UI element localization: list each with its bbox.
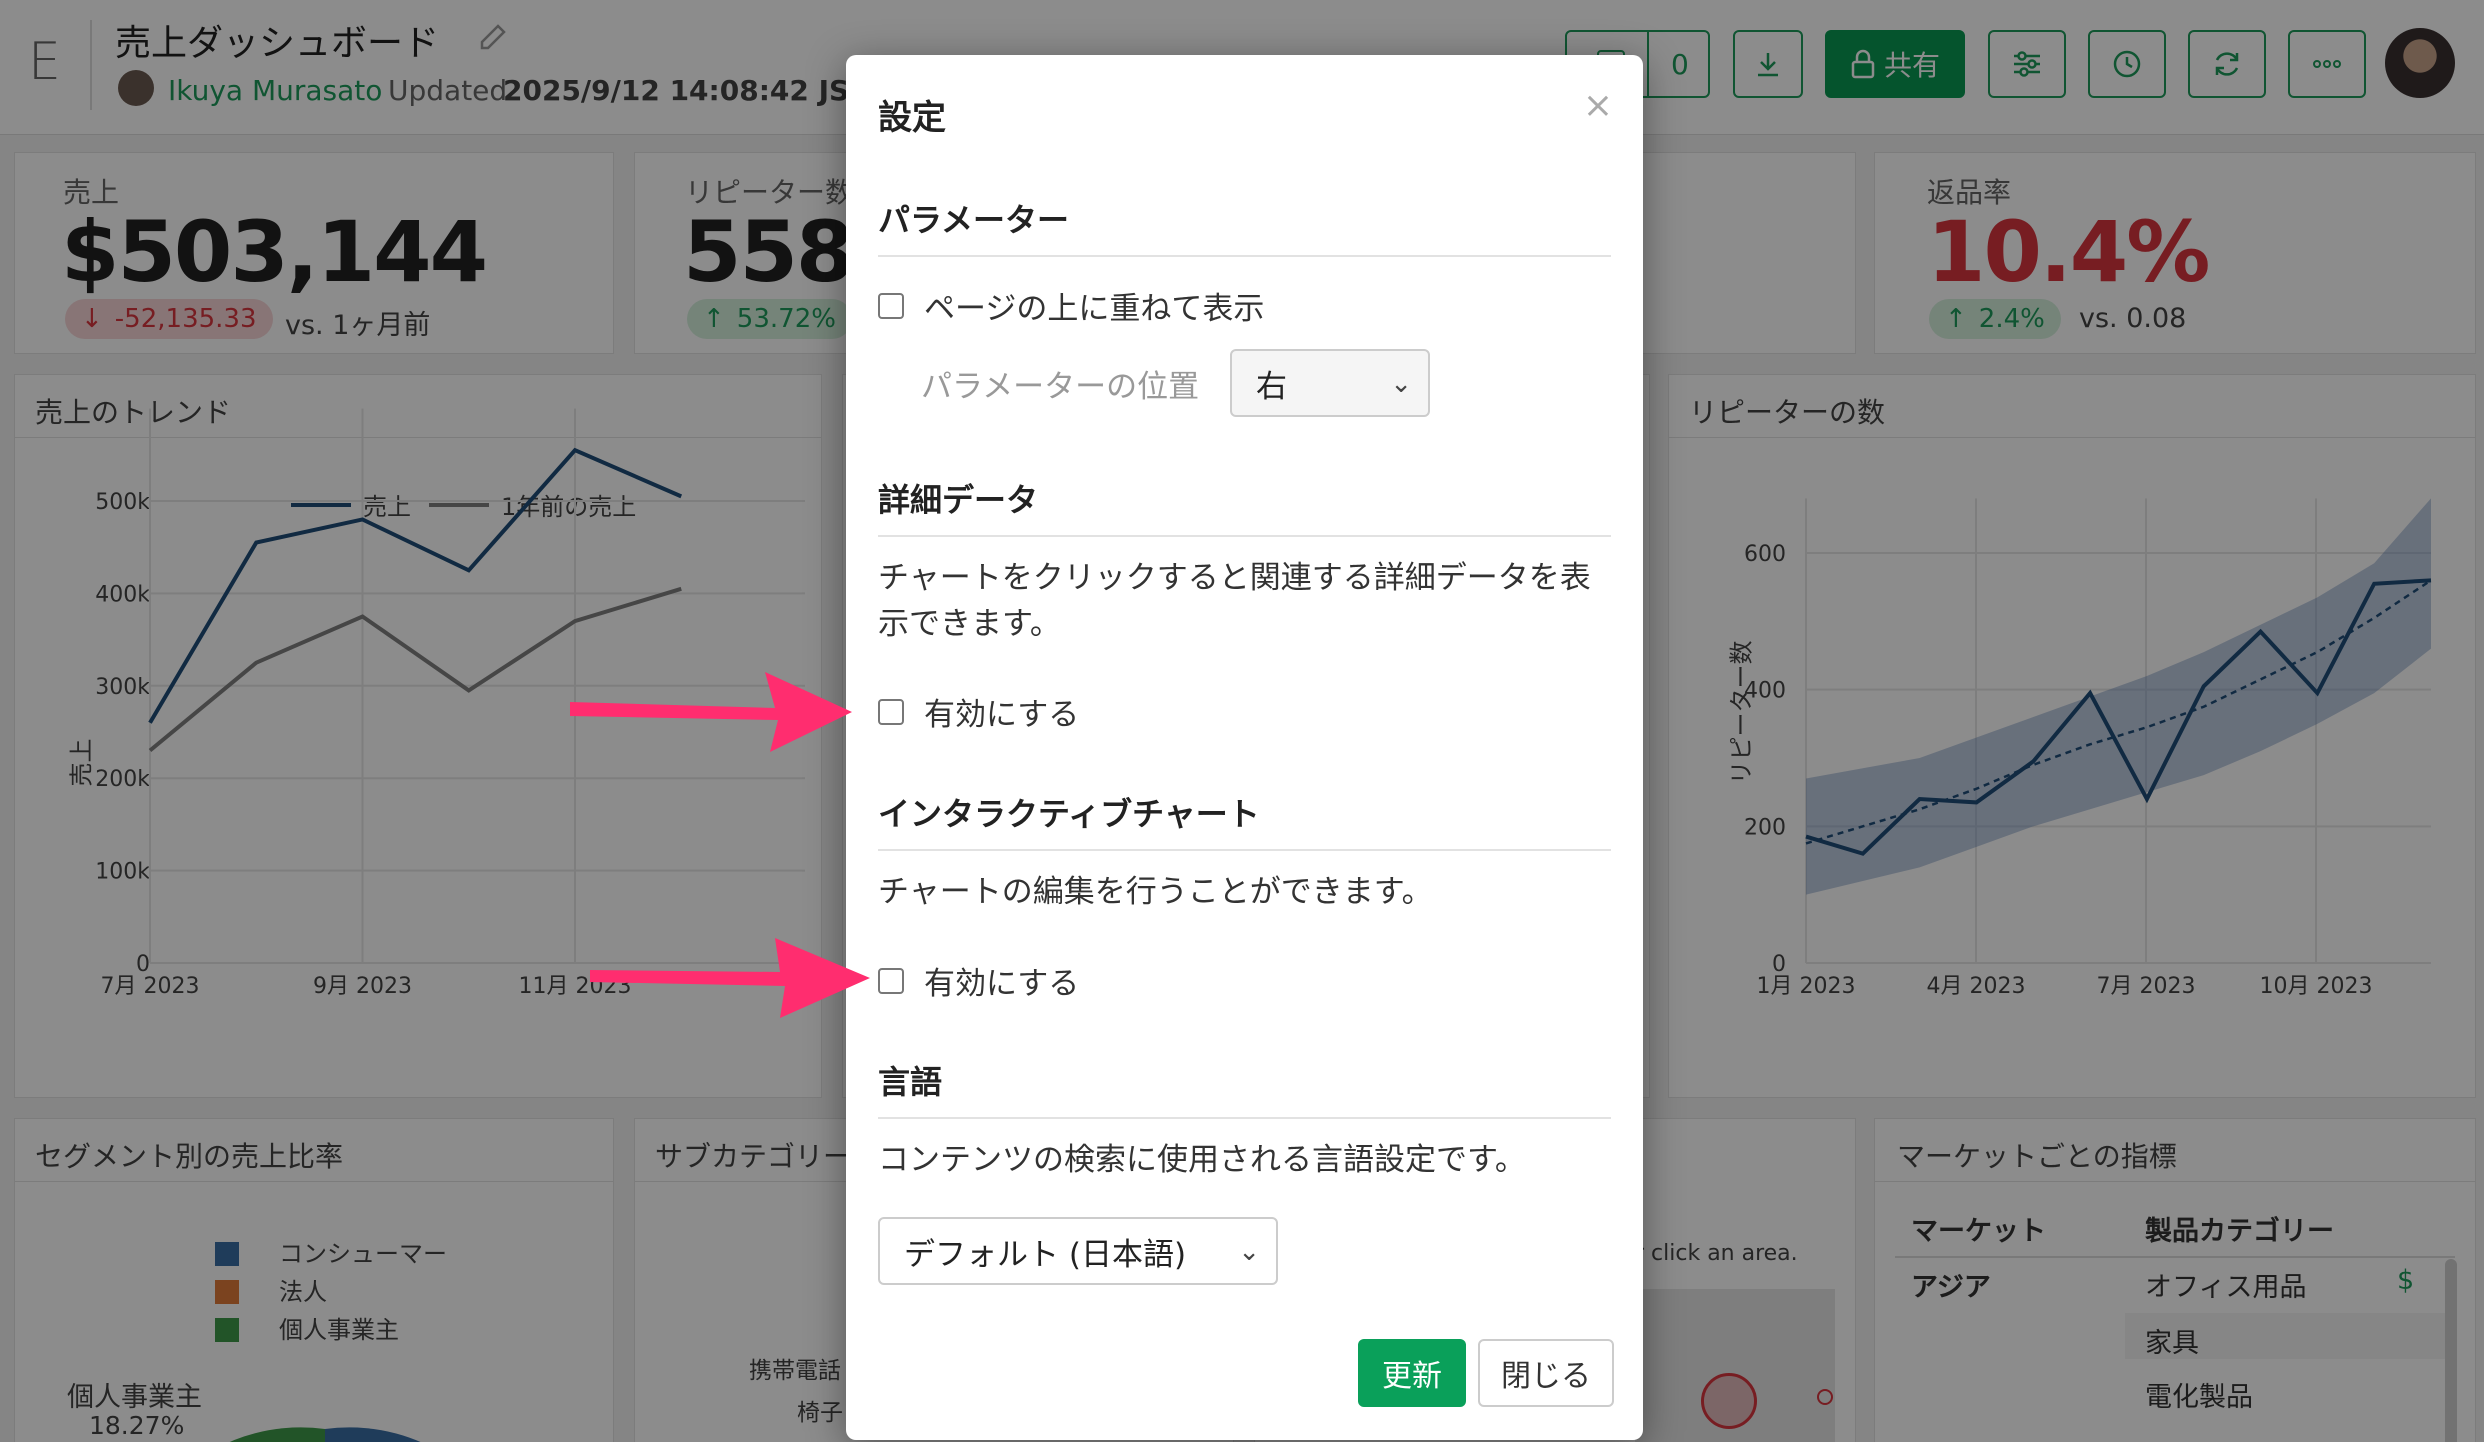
detail-enable-label: 有効にする [924, 697, 1080, 733]
settings-modal: 設定 × パラメーター ページの上に重ねて表示 パラメーターの位置 右 ⌄ 詳細… [846, 55, 1643, 1440]
detail-enable-checkbox[interactable] [878, 698, 904, 725]
overlay-checkbox[interactable] [878, 292, 904, 319]
section-language: 言語 [878, 1057, 1611, 1119]
position-label: パラメーターの位置 [921, 369, 1200, 405]
section-detail-data: 詳細データ [878, 475, 1611, 537]
detail-enable-row[interactable]: 有効にする [878, 689, 1079, 734]
chevron-down-icon: ⌄ [1238, 1237, 1260, 1267]
overlay-label: ページの上に重ねて表示 [924, 291, 1265, 327]
close-icon[interactable]: × [1583, 85, 1613, 126]
close-button[interactable]: 閉じる [1478, 1339, 1614, 1407]
language-description: コンテンツの検索に使用される言語設定です。 [878, 1142, 1526, 1178]
section-interactive-chart: インタラクティブチャート [878, 789, 1611, 851]
annotation-arrow [590, 938, 870, 1018]
interactive-enable-checkbox[interactable] [878, 967, 904, 994]
language-value: デフォルト (日本語) [904, 1236, 1187, 1273]
interactive-description: チャートの編集を行うことができます。 [878, 874, 1433, 910]
interactive-enable-row[interactable]: 有効にする [878, 958, 1079, 1003]
detail-description: チャートをクリックすると関連する詳細データを表示できます。 [878, 560, 1591, 642]
chevron-down-icon: ⌄ [1390, 369, 1412, 399]
modal-title: 設定 [878, 98, 946, 138]
interactive-enable-label: 有効にする [924, 966, 1080, 1002]
position-value: 右 [1256, 368, 1287, 405]
section-parameters: パラメーター [878, 195, 1611, 257]
language-select[interactable]: デフォルト (日本語) ⌄ [878, 1217, 1278, 1285]
position-select[interactable]: 右 ⌄ [1230, 349, 1430, 417]
annotation-arrow [570, 672, 852, 752]
overlay-checkbox-row[interactable]: ページの上に重ねて表示 [878, 283, 1264, 328]
update-button[interactable]: 更新 [1358, 1339, 1466, 1407]
